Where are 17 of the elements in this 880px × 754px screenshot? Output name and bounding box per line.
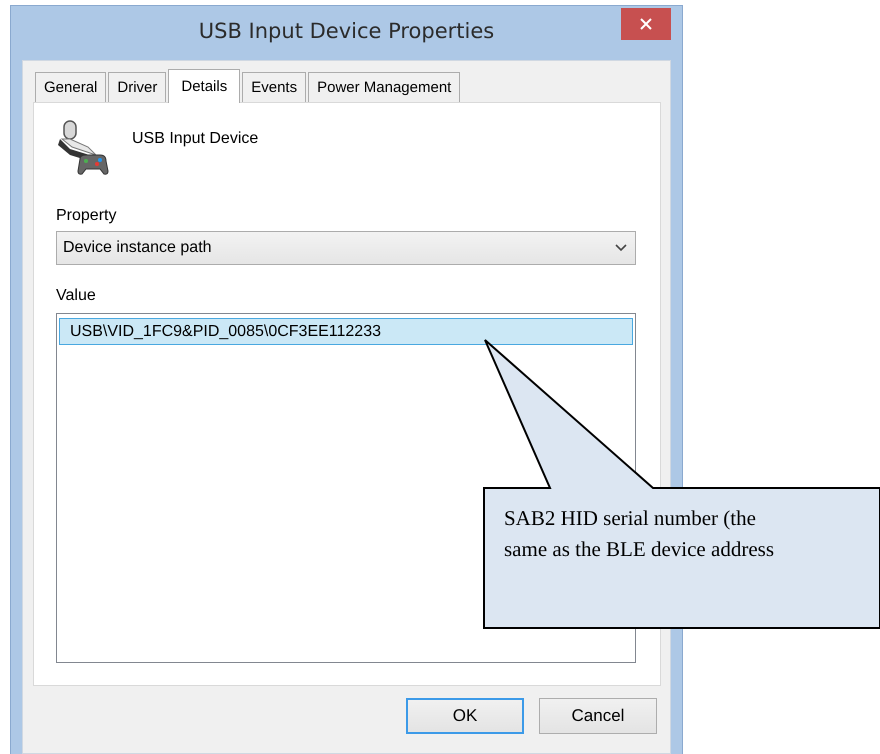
close-icon: [639, 17, 653, 31]
dialog-button[interactable]: OK: [406, 698, 524, 734]
tab[interactable]: Events: [242, 72, 306, 102]
callout-text: SAB2 HID serial number (the same as the BLE device address: [504, 505, 774, 563]
value-label: Value: [56, 287, 96, 305]
tab[interactable]: Details: [168, 69, 240, 103]
list-item[interactable]: USB\VID_1FC9&PID_0085\0CF3EE112233: [59, 318, 633, 345]
tab[interactable]: General: [35, 72, 106, 102]
tab[interactable]: Driver: [108, 72, 166, 102]
chevron-down-icon: [615, 244, 627, 252]
tab[interactable]: Power Management: [308, 72, 460, 102]
device-name: USB Input Device: [132, 130, 258, 148]
dialog-button[interactable]: Cancel: [539, 698, 657, 734]
window-title: USB Input Device Properties: [198, 19, 494, 43]
property-label: Property: [56, 207, 116, 225]
close-button[interactable]: [621, 8, 671, 40]
property-dropdown[interactable]: Device instance path: [56, 231, 636, 265]
